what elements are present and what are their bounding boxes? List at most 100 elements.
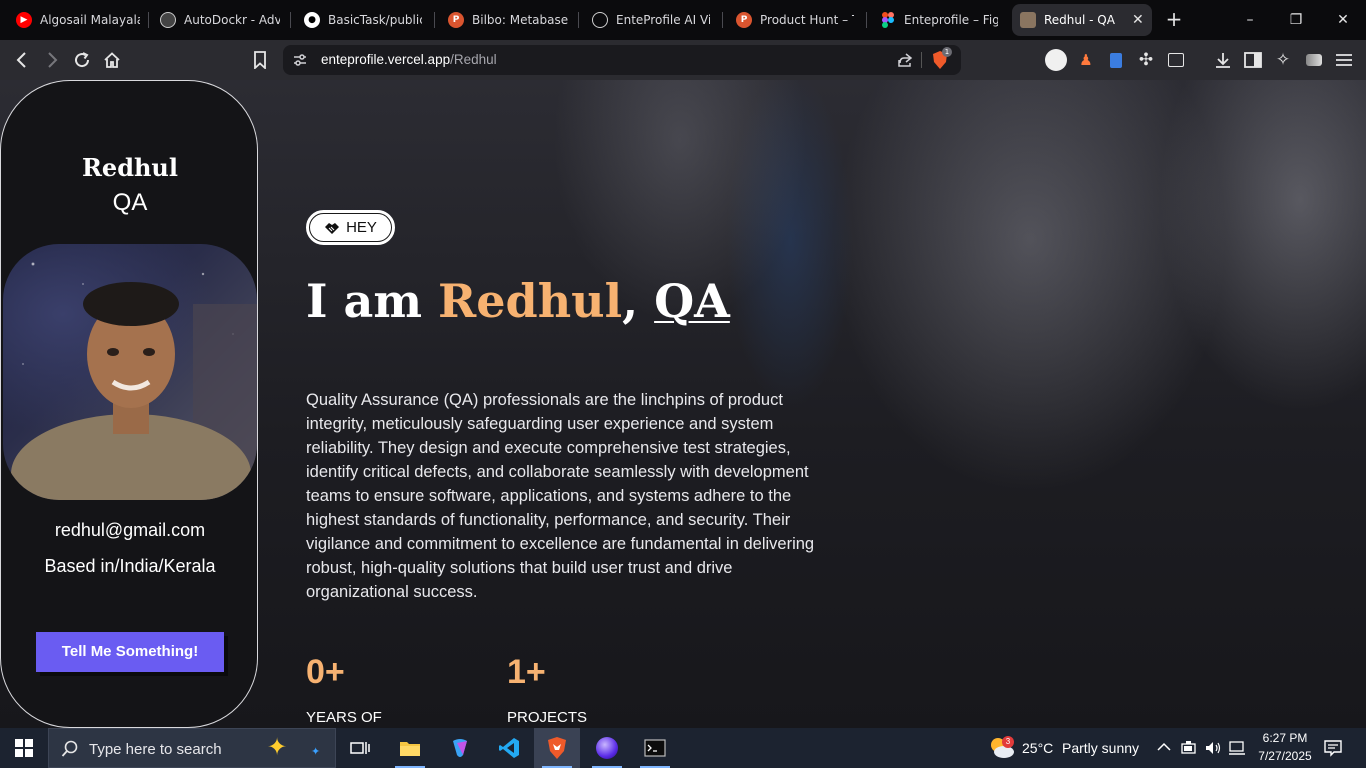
stat-years-label: YEARS OF (306, 709, 382, 726)
browser-tab-strip: ▶ Algosail Malayalam AutoDockr - Advance… (0, 0, 1366, 40)
figma-icon (880, 12, 896, 28)
profile-role: QA (112, 189, 148, 216)
search-highlight-icon: ✦ (267, 733, 288, 761)
bookmark-button[interactable] (248, 48, 272, 72)
profile-name: Redhul (81, 153, 178, 182)
brave-shields-button[interactable]: 1 (931, 47, 952, 70)
extension-orange-button[interactable]: ♟ (1074, 48, 1098, 72)
hero-name: Redhul (438, 274, 623, 328)
forward-arrow-icon (48, 52, 58, 68)
handshake-icon (325, 222, 340, 234)
clock-date[interactable]: 7/27/2025 (1254, 749, 1316, 763)
tab-github[interactable]: ● BasicTask/public/C (296, 4, 430, 36)
tab-algosail[interactable]: ▶ Algosail Malayalam (8, 4, 148, 36)
new-tab-button[interactable]: + (1163, 8, 1185, 30)
forward-button[interactable] (40, 48, 64, 72)
tab-redhul-active[interactable]: Redhul - QA | ✕ (1012, 4, 1152, 36)
bookmark-icon (254, 51, 266, 69)
download-icon (1216, 53, 1230, 68)
hero-role: QA (654, 274, 730, 328)
copilot-icon (453, 739, 467, 757)
brave-icon (548, 737, 566, 759)
volume-icon[interactable] (1204, 740, 1222, 756)
brave-browser-button[interactable] (534, 728, 580, 768)
profile-card: Redhul QA redhul@gmail.com Based in/Indi… (0, 80, 258, 728)
profile-page: Redhul QA redhul@gmail.com Based in/Indi… (0, 80, 1366, 728)
clock-time[interactable]: 6:27 PM (1254, 731, 1316, 745)
stat-years-value: 0+ (306, 653, 345, 691)
tab-product-hunt[interactable]: P Product Hunt – The (728, 4, 862, 36)
home-button[interactable] (100, 48, 124, 72)
tab-enteprofile-video[interactable]: EnteProfile AI Video (584, 4, 718, 36)
extension-icon (1110, 52, 1122, 68)
reader-mode-button[interactable] (1164, 48, 1188, 72)
puzzle-icon: ✣ (1138, 50, 1154, 70)
reload-button[interactable] (70, 48, 94, 72)
extensions-button[interactable]: ✣ (1134, 48, 1158, 72)
network-icon[interactable] (1228, 740, 1246, 756)
notifications-icon[interactable] (1324, 739, 1342, 757)
avatar (1045, 49, 1067, 71)
copilot-button[interactable] (437, 728, 483, 768)
share-icon[interactable] (897, 52, 913, 68)
menu-button[interactable] (1332, 48, 1356, 72)
tell-me-something-button[interactable]: Tell Me Something! (36, 632, 224, 672)
site-info-icon[interactable] (293, 53, 307, 67)
producthunt-icon: P (448, 12, 464, 28)
address-bar[interactable]: enteprofile.vercel.app/Redhul 1 (283, 45, 961, 75)
vscode-icon (499, 738, 519, 758)
back-button[interactable] (10, 48, 34, 72)
profile-location: Based in/India/Kerala (44, 556, 216, 576)
minimize-button[interactable]: – (1236, 8, 1264, 32)
chevron-up-icon[interactable] (1157, 742, 1171, 752)
sparkle-icon: ✦ (311, 745, 321, 758)
close-window-button[interactable]: ✕ (1329, 8, 1357, 32)
openai-icon (592, 12, 608, 28)
person-portrait-image (11, 282, 257, 500)
stat-projects-label: PROJECTS (507, 709, 588, 726)
youtube-icon: ▶ (16, 12, 32, 28)
windows-logo-icon (15, 739, 33, 757)
profile-avatar-button[interactable] (1044, 48, 1068, 72)
weather-temp[interactable]: 25°C (1022, 740, 1053, 756)
profile-email: redhul@gmail.com (54, 520, 206, 540)
github-icon: ● (304, 12, 320, 28)
vscode-button[interactable] (486, 728, 532, 768)
shield-count-badge: 1 (942, 47, 952, 57)
taskbar-search-box[interactable]: Type here to search ✦ ✦ (48, 728, 336, 768)
orb-icon (596, 737, 618, 759)
profile-photo (3, 244, 257, 500)
hero-description: Quality Assurance (QA) professionals are… (306, 391, 815, 601)
back-arrow-icon (16, 52, 26, 68)
home-icon (104, 52, 120, 68)
task-view-button[interactable] (337, 728, 383, 768)
terminal-button[interactable] (632, 728, 678, 768)
vpn-button[interactable] (1302, 48, 1326, 72)
tab-autodockr[interactable]: AutoDockr - Advanced (152, 4, 288, 36)
weather-condition[interactable]: Partly sunny (1062, 740, 1139, 756)
vpn-icon (1306, 54, 1322, 66)
leo-ai-button[interactable]: ✧ (1271, 48, 1295, 72)
extension-icon: ♟ (1079, 51, 1093, 69)
profile-photo-icon (1020, 12, 1036, 28)
tab-bilbo[interactable]: P Bilbo: Metabase AI (440, 4, 576, 36)
windows-taskbar: Type here to search ✦ ✦ 3 25°C Partly su… (0, 728, 1366, 768)
tab-figma[interactable]: Enteprofile – Figma (872, 4, 1006, 36)
reload-icon (75, 52, 90, 68)
file-explorer-button[interactable] (387, 728, 433, 768)
task-view-icon (350, 742, 370, 754)
start-button[interactable] (0, 728, 48, 768)
sparkle-icon: ✧ (1275, 50, 1291, 70)
url-text[interactable]: enteprofile.vercel.app/Redhul (321, 52, 497, 67)
hey-badge: HEY (306, 210, 395, 245)
battery-icon[interactable] (1181, 740, 1197, 756)
close-tab-icon[interactable]: ✕ (1132, 12, 1144, 28)
maximize-button[interactable]: ❐ (1282, 8, 1310, 32)
weather-badge: 3 (1002, 736, 1014, 748)
orb-app-button[interactable] (584, 728, 630, 768)
downloads-button[interactable] (1211, 48, 1235, 72)
extension-blue-button[interactable] (1104, 48, 1128, 72)
sidebar-icon (1244, 52, 1262, 68)
producthunt-icon: P (736, 12, 752, 28)
sidebar-toggle-button[interactable] (1241, 48, 1265, 72)
